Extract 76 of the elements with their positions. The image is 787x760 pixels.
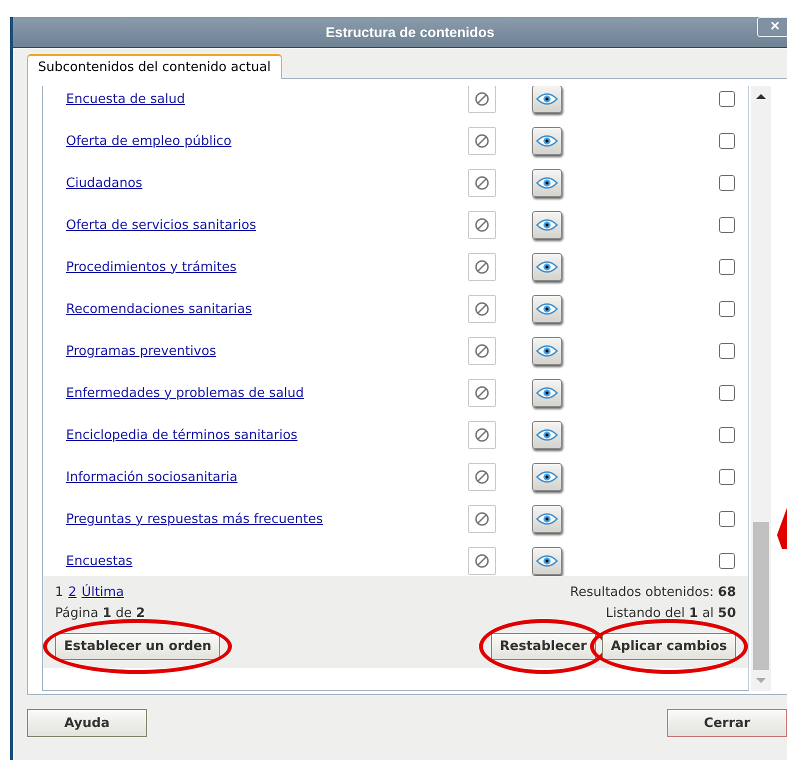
content-link[interactable]: Enfermedades y problemas de salud: [66, 386, 468, 400]
content-link[interactable]: Preguntas y respuestas más frecuentes: [66, 512, 468, 526]
checkbox[interactable]: [719, 91, 735, 107]
eye-icon: [536, 218, 558, 232]
checkbox[interactable]: [719, 217, 735, 233]
listing-info: Listando del 1 al 50: [606, 606, 736, 621]
block-icon[interactable]: [468, 253, 496, 281]
eye-icon: [536, 260, 558, 274]
eye-icon: [536, 386, 558, 400]
eye-icon: [536, 554, 558, 568]
checkbox[interactable]: [719, 259, 735, 275]
help-button[interactable]: Ayuda: [27, 709, 147, 737]
block-icon[interactable]: [468, 421, 496, 449]
checkbox[interactable]: [719, 133, 735, 149]
eye-icon: [536, 512, 558, 526]
eye-icon: [536, 344, 558, 358]
scroll-up-icon[interactable]: [756, 94, 766, 99]
eye-button[interactable]: [532, 421, 562, 449]
block-icon[interactable]: [468, 505, 496, 533]
close-dialog-button[interactable]: Cerrar: [667, 709, 787, 737]
eye-icon: [536, 302, 558, 316]
page-link[interactable]: 2: [68, 585, 77, 600]
content-link[interactable]: Enciclopedia de términos sanitarios: [66, 428, 468, 442]
block-icon[interactable]: [468, 127, 496, 155]
scrollbar[interactable]: [751, 86, 771, 691]
eye-button[interactable]: [532, 379, 562, 407]
tab[interactable]: Subcontenidos del contenido actual: [27, 54, 282, 79]
block-icon[interactable]: [468, 211, 496, 239]
checkbox[interactable]: [719, 301, 735, 317]
content-link[interactable]: Encuestas: [66, 554, 468, 568]
eye-icon: [536, 92, 558, 106]
content-link[interactable]: Encuesta de salud: [66, 92, 468, 106]
results-count: Resultados obtenidos: 68: [570, 585, 736, 600]
eye-icon: [536, 176, 558, 190]
content-link[interactable]: Programas preventivos: [66, 344, 468, 358]
content-link[interactable]: Información sociosanitaria: [66, 470, 468, 484]
eye-button[interactable]: [532, 547, 562, 575]
content-link[interactable]: Ciudadanos: [66, 176, 468, 190]
content-link[interactable]: Procedimientos y trámites: [66, 260, 468, 274]
eye-button[interactable]: [532, 505, 562, 533]
block-icon[interactable]: [468, 463, 496, 491]
eye-button[interactable]: [532, 169, 562, 197]
current-page: 1: [55, 585, 64, 600]
eye-button[interactable]: [532, 463, 562, 491]
page-link[interactable]: Última: [82, 585, 124, 600]
eye-button[interactable]: [532, 86, 562, 113]
block-icon[interactable]: [468, 547, 496, 575]
eye-icon: [536, 428, 558, 442]
page-info: Página 1 de 2: [55, 606, 146, 621]
checkbox[interactable]: [719, 511, 735, 527]
block-icon[interactable]: [468, 379, 496, 407]
eye-button[interactable]: [532, 337, 562, 365]
block-icon[interactable]: [468, 169, 496, 197]
eye-button[interactable]: [532, 295, 562, 323]
block-icon[interactable]: [468, 86, 496, 113]
checkbox[interactable]: [719, 553, 735, 569]
checkbox[interactable]: [719, 385, 735, 401]
checkbox[interactable]: [719, 175, 735, 191]
checkbox[interactable]: [719, 427, 735, 443]
action-button[interactable]: Aplicar cambios: [602, 633, 736, 660]
content-link[interactable]: Recomendaciones sanitarias: [66, 302, 468, 316]
block-icon[interactable]: [468, 337, 496, 365]
checkbox[interactable]: [719, 469, 735, 485]
eye-button[interactable]: [532, 211, 562, 239]
window-title: Estructura de contenidos: [326, 24, 494, 40]
action-button[interactable]: Restablecer: [490, 633, 596, 660]
content-link[interactable]: Oferta de servicios sanitarios: [66, 218, 468, 232]
order-button[interactable]: Establecer un orden: [55, 633, 220, 660]
eye-icon: [536, 134, 558, 148]
eye-icon: [536, 470, 558, 484]
eye-button[interactable]: [532, 253, 562, 281]
checkbox[interactable]: [719, 343, 735, 359]
content-link[interactable]: Oferta de empleo público: [66, 134, 468, 148]
scroll-thumb[interactable]: [753, 522, 769, 670]
block-icon[interactable]: [468, 295, 496, 323]
eye-button[interactable]: [532, 127, 562, 155]
